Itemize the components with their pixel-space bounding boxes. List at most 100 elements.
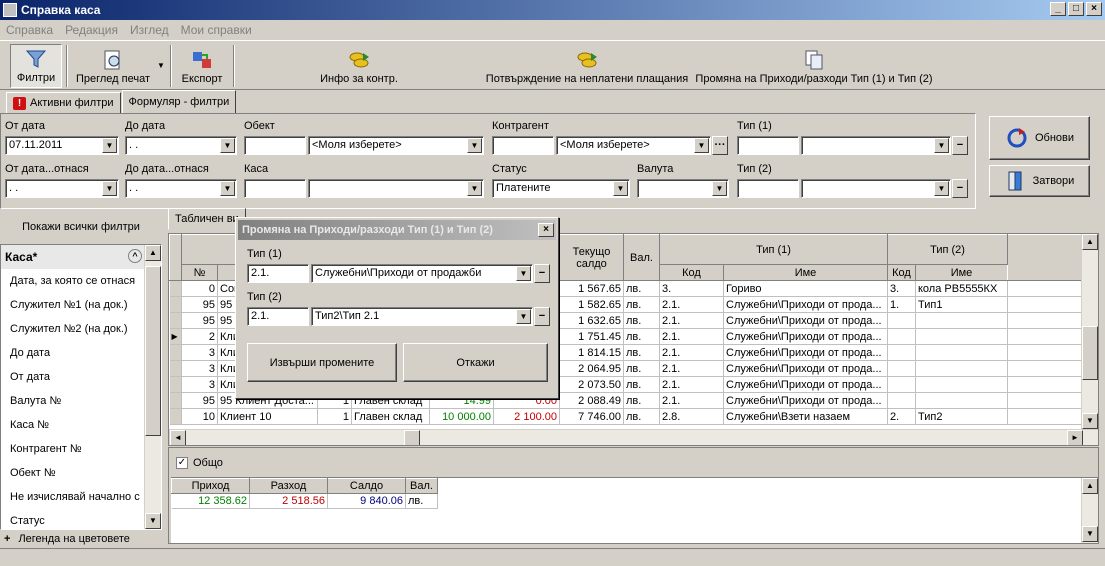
filter-list-item[interactable]: Служител №2 (на док.) bbox=[1, 317, 146, 341]
chevron-down-icon[interactable]: ▼ bbox=[516, 266, 531, 281]
filter-list-item[interactable]: Статус bbox=[1, 509, 146, 533]
filter-list-item[interactable]: От дата bbox=[1, 365, 146, 389]
to-date-rel-input[interactable]: . . ▼ bbox=[125, 179, 237, 198]
scroll-thumb[interactable] bbox=[404, 430, 420, 445]
filter-list-item[interactable]: Обект № bbox=[1, 461, 146, 485]
close-window-button[interactable]: × bbox=[1086, 2, 1102, 16]
scroll-down-icon[interactable]: ▼ bbox=[145, 513, 161, 529]
counterparty-info-button[interactable]: Инфо за контр. bbox=[316, 44, 402, 88]
tab-form-filters[interactable]: Формуляр - филтри bbox=[121, 90, 237, 114]
object-code-input[interactable] bbox=[244, 136, 306, 155]
table-row[interactable]: 10 Клиент 10 1 Главен склад 10 000.00 2 100.0… bbox=[169, 408, 1083, 425]
filter-list-scrollbar[interactable]: ▲ ▼ bbox=[144, 245, 161, 529]
cancel-button[interactable]: Откажи bbox=[403, 343, 548, 382]
refresh-button[interactable]: Обнови bbox=[989, 116, 1090, 160]
scroll-down-icon[interactable]: ▼ bbox=[1082, 413, 1098, 429]
filter-list-item[interactable]: Валута № bbox=[1, 389, 146, 413]
chevron-down-icon[interactable]: ▼ bbox=[694, 138, 709, 153]
preview-dropdown-icon[interactable]: ▼ bbox=[157, 61, 165, 70]
show-all-filters-button[interactable]: Покажи всички филтри bbox=[0, 212, 162, 242]
chevron-down-icon[interactable]: ▼ bbox=[220, 138, 235, 153]
filter-list-item[interactable]: Дата, за която се отнася bbox=[1, 269, 146, 293]
scroll-up-icon[interactable]: ▲ bbox=[1082, 478, 1098, 494]
filter-list-item[interactable]: Не изчислявай начално с bbox=[1, 485, 146, 509]
total-scrollbar[interactable]: ▲ ▼ bbox=[1081, 478, 1098, 543]
column-header-type1[interactable]: Тип (1) bbox=[659, 234, 888, 265]
type2-select[interactable]: ▼ bbox=[801, 179, 951, 198]
currency-select[interactable]: ▼ bbox=[637, 179, 729, 198]
scroll-up-icon[interactable]: ▲ bbox=[145, 245, 161, 261]
chevron-down-icon[interactable]: ▼ bbox=[102, 138, 117, 153]
column-header-type1-code[interactable]: Код bbox=[659, 264, 724, 281]
dialog-close-icon[interactable]: × bbox=[538, 223, 554, 237]
dialog-type1-select[interactable]: Служебни\Приходи от продажби ▼ bbox=[311, 264, 533, 283]
close-button[interactable]: Затвори bbox=[989, 165, 1090, 197]
scroll-thumb[interactable] bbox=[1082, 326, 1098, 380]
filters-button[interactable]: Филтри bbox=[10, 44, 62, 88]
filter-list-item[interactable]: Контрагент № bbox=[1, 437, 146, 461]
from-date-rel-input[interactable]: . . ▼ bbox=[5, 179, 119, 198]
filter-list-item[interactable]: Служител №1 (на док.) bbox=[1, 293, 146, 317]
maximize-button[interactable]: □ bbox=[1068, 2, 1084, 16]
cash-select[interactable]: ▼ bbox=[308, 179, 484, 198]
color-legend-toggle[interactable]: + Легенда на цветовете bbox=[4, 531, 162, 547]
scroll-thumb[interactable] bbox=[145, 266, 161, 436]
type1-clear-button[interactable]: − bbox=[952, 136, 968, 155]
chevron-down-icon[interactable]: ▼ bbox=[467, 181, 482, 196]
type1-select[interactable]: ▼ bbox=[801, 136, 951, 155]
scroll-down-icon[interactable]: ▼ bbox=[1082, 526, 1098, 542]
grid-horizontal-scrollbar[interactable]: ◄ ► bbox=[169, 429, 1098, 445]
chevron-down-icon[interactable]: ▼ bbox=[516, 309, 531, 324]
dialog-type2-clear-button[interactable]: − bbox=[534, 307, 550, 326]
chevron-down-icon[interactable]: ▼ bbox=[220, 181, 235, 196]
chevron-down-icon[interactable]: ▼ bbox=[102, 181, 117, 196]
column-header-type2-code[interactable]: Код bbox=[887, 264, 916, 281]
scroll-right-icon[interactable]: ► bbox=[1067, 430, 1083, 445]
chevron-down-icon[interactable]: ▼ bbox=[934, 138, 949, 153]
menu-moi-spravki[interactable]: Мои справки bbox=[175, 23, 258, 37]
counterparty-select[interactable]: <Моля изберете> ▼ bbox=[556, 136, 711, 155]
status-select[interactable]: Платените ▼ bbox=[492, 179, 630, 198]
filter-list-header[interactable]: Каса* ^ bbox=[1, 245, 146, 269]
object-select[interactable]: <Моля изберете> ▼ bbox=[308, 136, 484, 155]
total-checkbox[interactable]: ✓ bbox=[176, 457, 188, 469]
to-date-input[interactable]: . . ▼ bbox=[125, 136, 237, 155]
scroll-up-icon[interactable]: ▲ bbox=[1082, 234, 1098, 250]
cash-code-input[interactable] bbox=[244, 179, 306, 198]
type2-clear-button[interactable]: − bbox=[952, 179, 968, 198]
scroll-left-icon[interactable]: ◄ bbox=[170, 430, 186, 445]
type1-code-input[interactable] bbox=[737, 136, 799, 155]
print-preview-button[interactable]: Преглед печат bbox=[72, 44, 154, 88]
tab-active-filters[interactable]: ! Активни филтри bbox=[6, 92, 121, 114]
column-header-no[interactable]: № bbox=[181, 264, 218, 281]
execute-changes-button[interactable]: Извърши промените bbox=[247, 343, 397, 382]
grid-vertical-scrollbar[interactable]: ▲ ▼ bbox=[1081, 234, 1098, 429]
chevron-down-icon[interactable]: ▼ bbox=[467, 138, 482, 153]
type2-code-input[interactable] bbox=[737, 179, 799, 198]
dialog-type1-code[interactable]: 2.1. bbox=[247, 264, 309, 283]
change-types-button[interactable]: Промяна на Приходи/разходи Тип (1) и Тип… bbox=[694, 44, 934, 88]
dialog-type1-clear-button[interactable]: − bbox=[534, 264, 550, 283]
chevron-down-icon[interactable]: ▼ bbox=[613, 181, 628, 196]
chevron-down-icon[interactable]: ▼ bbox=[934, 181, 949, 196]
counterparty-browse-button[interactable]: ··· bbox=[712, 136, 728, 155]
column-header-currency[interactable]: Вал. bbox=[623, 234, 660, 281]
menu-izgled[interactable]: Изглед bbox=[124, 23, 175, 37]
menu-spravka[interactable]: Справка bbox=[0, 23, 59, 37]
minimize-button[interactable]: _ bbox=[1050, 2, 1066, 16]
export-button[interactable]: Експорт bbox=[176, 44, 228, 88]
column-header-type1-name[interactable]: Име bbox=[723, 264, 888, 281]
filter-list-item[interactable]: До дата bbox=[1, 341, 146, 365]
counterparty-code-input[interactable] bbox=[492, 136, 554, 155]
menu-redaktsiya[interactable]: Редакция bbox=[59, 23, 124, 37]
collapse-icon[interactable]: ^ bbox=[128, 249, 142, 263]
from-date-input[interactable]: 07.11.2011 ▼ bbox=[5, 136, 119, 155]
column-header-type2[interactable]: Тип (2) bbox=[887, 234, 1008, 265]
dialog-type2-code[interactable]: 2.1. bbox=[247, 307, 309, 326]
column-header-balance[interactable]: Текущо салдо bbox=[559, 234, 624, 281]
chevron-down-icon[interactable]: ▼ bbox=[712, 181, 727, 196]
dialog-type2-select[interactable]: Тип2\Тип 2.1 ▼ bbox=[311, 307, 533, 326]
column-header-type2-name[interactable]: Име bbox=[915, 264, 1008, 281]
filter-list-item[interactable]: Каса № bbox=[1, 413, 146, 437]
confirm-unpaid-button[interactable]: Потвърждение на неплатени плащания bbox=[484, 44, 690, 88]
